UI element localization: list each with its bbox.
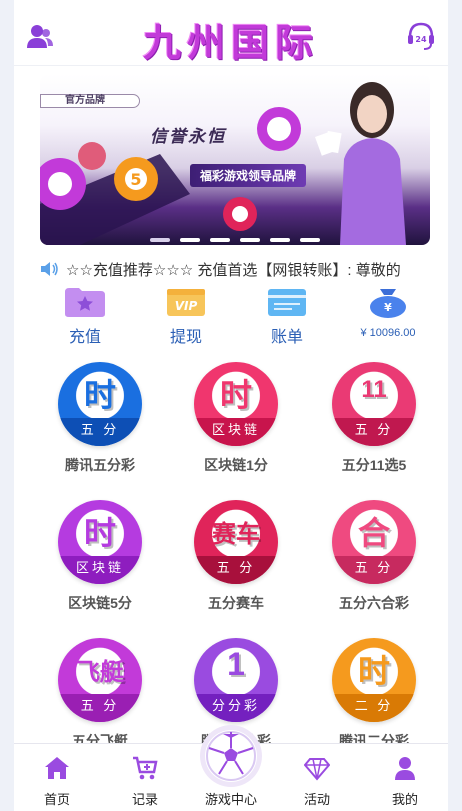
cart-record-icon [133,756,158,780]
recharge-star-icon [65,288,105,317]
game-ball-glyph: 合 [357,515,390,551]
game-tile[interactable]: 时区块链区块链1分 [171,362,301,492]
header: 九州国际 24 [14,0,448,66]
withdraw-label: 提现 [169,329,202,346]
nav-game-center[interactable]: 游戏中心 [188,730,274,811]
game-name: 五分11选5 [341,457,407,473]
game-ball-icon: 时二 分 [332,638,416,722]
game-tile[interactable]: 时五 分腾讯五分彩 [35,362,165,492]
game-name: 区块链1分 [204,457,268,473]
game-ball-icon: 飞艇五 分 [58,638,142,722]
banner-dot[interactable] [270,238,290,242]
banner-dot[interactable] [150,238,170,242]
banner-dot[interactable] [210,238,230,242]
bill-button[interactable]: 账单 [237,283,337,347]
speaker-icon [41,262,58,276]
recharge-label: 充值 [68,329,101,346]
game-ball-band: 五 分 [332,556,416,584]
quick-actions: 充值 VIP 提现 账单 ¥ ¥ 10096.00 [30,283,444,347]
banner-slogan-primary: 信誉永恒 [150,127,226,146]
game-ball-glyph: 1 [227,646,245,682]
game-ball-glyph: 赛车 [212,521,260,548]
game-ball-band: 五 分 [194,556,278,584]
customer-service-24-icon[interactable]: 24 [406,20,436,52]
game-ball-icon: 时五 分 [58,362,142,446]
svg-text:24: 24 [415,35,427,44]
withdraw-button[interactable]: VIP 提现 [136,283,236,347]
svg-text:¥: ¥ [384,301,392,314]
banner-ball-number: 5 [130,170,141,189]
nav-activity-label: 活动 [303,792,330,807]
game-tile[interactable]: 11 五 分五分11选5 [309,362,439,492]
game-ball-band: 五 分 [58,418,142,446]
game-tile[interactable]: 时区块链区块链5分 [35,500,165,630]
banner-dot[interactable] [300,238,320,242]
nav-home[interactable]: 首页 [14,744,100,811]
game-ball-band: 五 分 [58,694,142,722]
game-tile[interactable]: 赛车五 分五分赛车 [171,500,301,630]
game-ball-icon: 合五 分 [332,500,416,584]
game-ball-icon: 时区块链 [58,500,142,584]
game-tile[interactable]: 合五 分五分六合彩 [309,500,439,630]
small-ball-icon [223,197,257,231]
game-ball-glyph: 飞艇 [76,659,124,686]
soccer-ball-icon [205,730,257,782]
notice-text: ☆☆充值推荐☆☆☆ 充值首选【网银转账】: 尊敬的 [66,261,401,279]
game-ball-icon: 时区块链 [194,362,278,446]
game-ball-icon: 11 五 分 [332,362,416,446]
game-name: 五分赛车 [208,595,264,611]
nav-mine-label: 我的 [391,792,418,807]
bottom-nav: 首页 记录 游戏中心 活动 我的 [14,730,448,811]
bill-card-icon [268,289,306,316]
nav-home-label: 首页 [43,792,70,807]
nav-record[interactable]: 记录 [102,744,188,811]
game-ball-band: 二 分 [332,694,416,722]
game-ball-glyph: 11 [361,376,387,403]
banner-tag: 官方品牌 [40,94,140,108]
game-name: 五分六合彩 [339,595,409,611]
game-ball-icon: 赛车五 分 [194,500,278,584]
model-figure-illustration [315,82,406,245]
promo-banner[interactable]: 官方品牌 5 信誉永恒 福彩游戏领导品牌 [40,74,430,245]
home-icon [45,757,69,779]
game-ball-glyph: 时 [357,653,390,689]
game-name: 区块链5分 [68,595,132,611]
game-ball-glyph: 时 [219,377,252,413]
recharge-button[interactable]: 充值 [35,283,135,347]
banner-dot[interactable] [240,238,260,242]
game-ball-glyph: 时 [83,515,116,551]
game-ball-band: 分分彩 [194,694,278,722]
game-name: 腾讯五分彩 [65,457,135,473]
banner-slogan-secondary: 福彩游戏领导品牌 [190,164,307,187]
game-ball-icon: 1 分分彩 [194,638,278,722]
diamond-icon [304,758,330,781]
svg-text:VIP: VIP [175,299,198,313]
nav-mine[interactable]: 我的 [362,744,448,811]
balance-display[interactable]: ¥ ¥ 10096.00 [338,283,438,347]
game-ball-band: 区块链 [58,556,142,584]
badge-ball-icon [257,107,301,151]
banner-dot[interactable] [180,238,200,242]
nav-record-label: 记录 [131,792,158,807]
vip-card-icon: VIP [167,289,205,316]
game-ball-band: 区块链 [194,418,278,446]
nav-game-center-label: 游戏中心 [204,792,257,807]
game-ball-glyph: 时 [83,377,116,413]
notice-marquee[interactable]: ☆☆充值推荐☆☆☆ 充值首选【网银转账】: 尊敬的 [40,255,430,283]
person-icon [395,757,415,780]
banner-pagination [150,238,320,242]
bill-label: 账单 [270,329,303,346]
game-ball-band: 五 分 [332,418,416,446]
app-logo-title: 九州国际 [142,21,319,65]
balance-amount: ¥ 10096.00 [360,327,416,339]
nav-activity[interactable]: 活动 [274,744,360,811]
money-bag-icon: ¥ [370,289,406,318]
lottery-balls-illustration: 5 [40,142,190,245]
